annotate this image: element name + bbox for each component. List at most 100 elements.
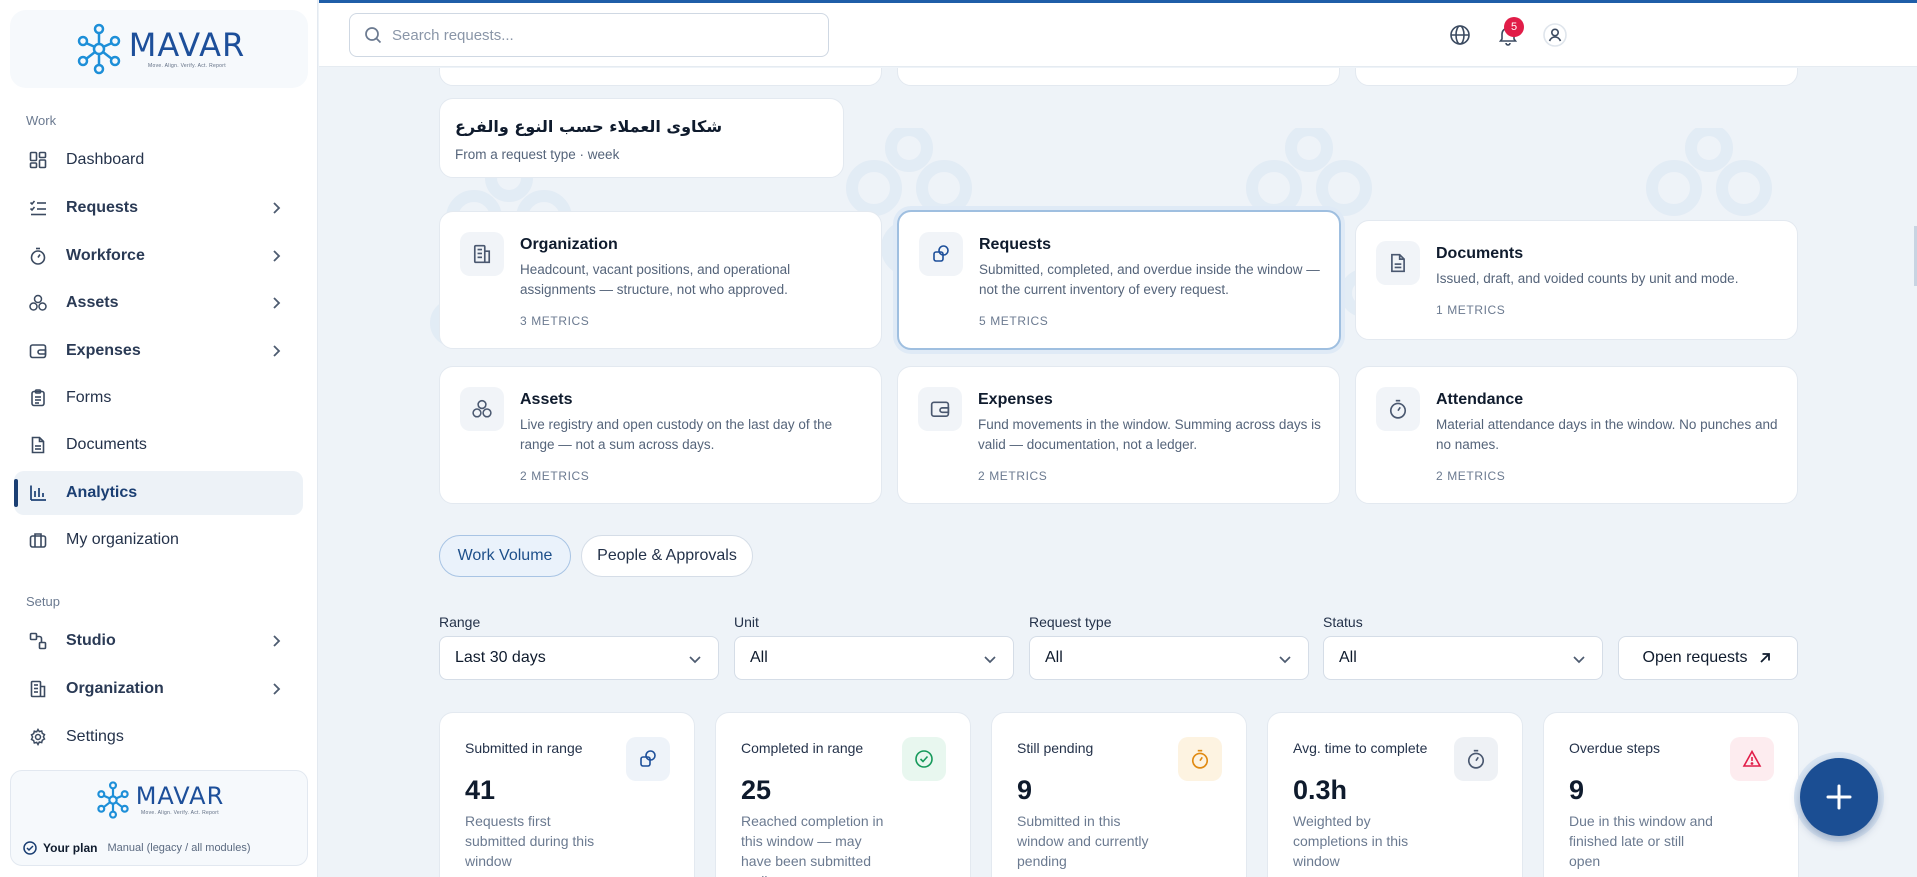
module-metric-count: 3 METRICS (520, 314, 590, 328)
chevron-right-icon (273, 635, 281, 647)
chevron-down-icon (1573, 656, 1585, 664)
module-card-organization[interactable]: Organization Headcount, vacant positions… (439, 211, 882, 349)
workflow-icon (28, 631, 48, 651)
brand-tagline: Move. Align. Verify. Act. Report (141, 810, 219, 816)
brand-name: MAVAR (135, 782, 225, 810)
copy-icon (626, 737, 670, 781)
timer-icon (28, 246, 48, 266)
module-title: Organization (520, 236, 618, 253)
module-title: Assets (520, 391, 573, 408)
brand-logo[interactable]: MAVAR Move. Align. Verify. Act. Report (10, 10, 308, 88)
sidebar-item-organization[interactable]: Organization (14, 667, 303, 711)
sidebar-item-label: Settings (66, 728, 124, 745)
plan-value: Manual (legacy / all modules) (107, 842, 251, 854)
kpi-label: Completed in range (741, 740, 864, 756)
plan-card: MAVAR Move. Align. Verify. Act. Report Y… (10, 770, 308, 866)
module-card-assets[interactable]: Assets Live registry and open custody on… (439, 366, 882, 504)
report-card-partial[interactable] (1355, 68, 1798, 86)
briefcase-icon (28, 530, 48, 550)
stopwatch-icon (1178, 737, 1222, 781)
clipboard-icon (28, 388, 48, 408)
request-type-value: All (1045, 649, 1063, 666)
status-select[interactable]: All (1323, 636, 1603, 680)
chevron-down-icon (984, 656, 996, 664)
search-input[interactable]: Search requests... (349, 13, 829, 57)
kpi-card-submitted[interactable]: Submitted in range 41 Requests first sub… (439, 712, 695, 877)
wallet-icon (918, 387, 962, 431)
module-card-documents[interactable]: Documents Issued, draft, and voided coun… (1355, 220, 1798, 340)
report-card-subtitle: From a request type · week (455, 147, 620, 162)
sidebar: MAVAR Move. Align. Verify. Act. Report W… (0, 0, 318, 877)
sidebar-item-settings[interactable]: Settings (14, 715, 303, 759)
sidebar-item-expenses[interactable]: Expenses (14, 329, 303, 373)
mavar-logo-icon (77, 23, 121, 75)
building-icon (460, 232, 504, 276)
user-icon[interactable] (1543, 23, 1567, 47)
sidebar-item-requests[interactable]: Requests (14, 186, 303, 230)
sidebar-item-workforce[interactable]: Workforce (14, 234, 303, 278)
sidebar-item-label: Requests (66, 199, 139, 216)
sidebar-item-studio[interactable]: Studio (14, 619, 303, 663)
sidebar-item-label: Organization (66, 680, 164, 697)
kpi-description: Due in this window and finished late or … (1569, 813, 1713, 869)
sidebar-item-analytics[interactable]: Analytics (14, 471, 303, 515)
request-type-select[interactable]: All (1029, 636, 1309, 680)
copy-icon (919, 232, 963, 276)
brand-name: MAVAR (128, 26, 246, 64)
report-card[interactable]: شكاوى العملاء حسب النوع والفرع From a re… (439, 98, 844, 178)
globe-icon[interactable] (1448, 23, 1472, 47)
kpi-description: Reached completion in this window — may … (741, 813, 884, 877)
report-card-partial[interactable] (439, 68, 882, 86)
sidebar-item-my-organization[interactable]: My organization (14, 518, 303, 562)
kpi-card-overdue[interactable]: Overdue steps 9 Due in this window and f… (1543, 712, 1799, 877)
module-metric-count: 2 METRICS (1436, 469, 1506, 483)
module-title: Documents (1436, 245, 1524, 262)
module-metric-count: 2 METRICS (978, 469, 1048, 483)
sidebar-item-dashboard[interactable]: Dashboard (14, 138, 303, 182)
stopwatch-icon (1454, 737, 1498, 781)
document-icon (28, 435, 48, 455)
gear-icon (28, 727, 48, 747)
sidebar-item-assets[interactable]: Assets (14, 281, 303, 325)
unit-select[interactable]: All (734, 636, 1014, 680)
chevron-right-icon (273, 345, 281, 357)
kpi-description: Requests first submitted during this win… (465, 813, 595, 869)
module-metric-count: 5 METRICS (979, 314, 1049, 328)
check-circle-icon (902, 737, 946, 781)
module-card-attendance[interactable]: Attendance Material attendance days in t… (1355, 366, 1798, 504)
tab-work-volume[interactable]: Work Volume (439, 535, 571, 577)
sidebar-item-documents[interactable]: Documents (14, 423, 303, 467)
module-card-requests[interactable]: Requests Submitted, completed, and overd… (897, 210, 1341, 350)
kpi-value: 9 (1017, 775, 1033, 805)
module-description: Headcount, vacant positions, and operati… (520, 262, 791, 297)
sidebar-item-forms[interactable]: Forms (14, 376, 303, 420)
sidebar-item-label: Studio (66, 632, 116, 649)
add-fab-button[interactable] (1794, 752, 1884, 842)
plus-icon (1826, 784, 1852, 810)
module-description: Submitted, completed, and overdue inside… (979, 262, 1320, 297)
report-card-partial[interactable] (897, 68, 1340, 86)
cubes-icon (28, 293, 48, 313)
open-requests-button[interactable]: Open requests (1618, 636, 1798, 680)
topbar: Search requests... 5 (319, 3, 1917, 67)
request-type-label: Request type (1029, 614, 1112, 630)
sidebar-item-label: Analytics (66, 484, 138, 501)
building-icon (28, 679, 48, 699)
module-title: Expenses (978, 391, 1053, 408)
nav-section-setup: Setup (26, 594, 60, 609)
main-content: شكاوى العملاء حسب النوع والفرع From a re… (319, 68, 1917, 877)
kpi-value: 41 (465, 775, 496, 805)
range-value: Last 30 days (455, 649, 546, 666)
range-select[interactable]: Last 30 days (439, 636, 719, 680)
unit-label: Unit (734, 614, 759, 630)
module-card-expenses[interactable]: Expenses Fund movements in the window. S… (897, 366, 1340, 504)
sidebar-item-label: Documents (66, 436, 147, 453)
check-circle-icon (23, 841, 37, 855)
chevron-right-icon (273, 250, 281, 262)
module-description: Material attendance days in the window. … (1436, 417, 1778, 452)
kpi-card-pending[interactable]: Still pending 9 Submitted in this window… (991, 712, 1247, 877)
kpi-card-completed[interactable]: Completed in range 25 Reached completion… (715, 712, 971, 877)
tab-people-approvals[interactable]: People & Approvals (581, 535, 753, 577)
chevron-down-icon (1279, 656, 1291, 664)
kpi-card-avg-time[interactable]: Avg. time to complete 0.3h Weighted by c… (1267, 712, 1523, 877)
